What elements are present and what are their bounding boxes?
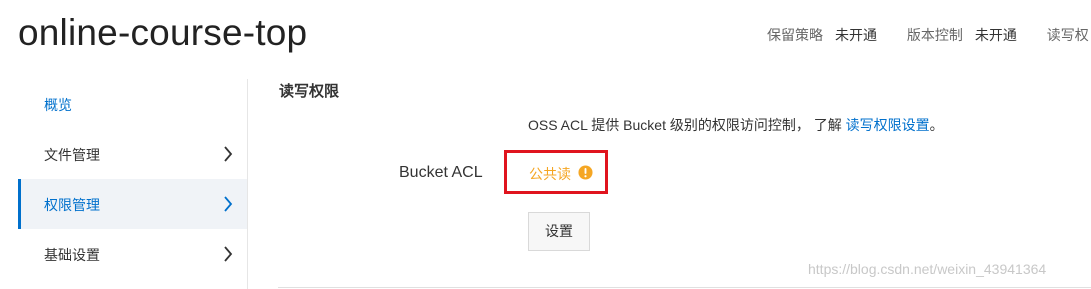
acl-description-suffix: 。 — [929, 117, 944, 133]
warning-icon — [578, 165, 593, 180]
sidebar-item-permission-management[interactable]: 权限管理 — [18, 179, 247, 229]
bucket-acl-value: 公共读 — [529, 166, 571, 182]
sidebar-item-label: 文件管理 — [44, 147, 100, 163]
bucket-title: online-course-top — [18, 12, 308, 53]
acl-description: OSS ACL 提供 Bucket 级别的权限访问控制， 了解 读写权限设置。 — [528, 115, 944, 135]
oss-bucket-page: online-course-top 保留策略 未开通 版本控制 未开通 读写权 概览… — [0, 0, 1091, 289]
versioning-value: 未开通 — [974, 27, 1017, 43]
retention-policy-status: 保留策略 未开通 — [767, 25, 877, 45]
sidebar-item-file-management[interactable]: 文件管理 — [18, 129, 247, 179]
versioning-status: 版本控制 未开通 — [907, 25, 1017, 45]
section-divider — [278, 287, 1091, 288]
section-title: 读写权限 — [279, 83, 340, 100]
versioning-label: 版本控制 — [906, 27, 963, 43]
acl-settings-button[interactable]: 设置 — [528, 212, 590, 251]
sidebar-item-overview[interactable]: 概览 — [18, 79, 247, 129]
acl-settings-help-link[interactable]: 读写权限设置 — [846, 117, 930, 133]
acl-status: 读写权 — [1047, 25, 1089, 45]
retention-policy-value: 未开通 — [835, 27, 877, 43]
sidebar-item-label: 概览 — [44, 97, 72, 113]
acl-description-text: OSS ACL 提供 Bucket 级别的权限访问控制， 了解 — [528, 117, 846, 133]
bucket-status-bar: 保留策略 未开通 版本控制 未开通 读写权 — [767, 25, 1091, 45]
chevron-right-icon — [224, 146, 233, 162]
sidebar-item-label: 权限管理 — [44, 197, 100, 213]
retention-policy-label: 保留策略 — [767, 27, 823, 43]
active-indicator — [18, 179, 21, 229]
acl-status-label: 读写权 — [1046, 27, 1089, 43]
sidebar-item-label: 基础设置 — [44, 247, 100, 263]
sidebar-item-basic-settings[interactable]: 基础设置 — [18, 229, 247, 279]
chevron-right-icon — [224, 196, 233, 212]
watermark-text: https://blog.csdn.net/weixin_43941364 — [808, 261, 1047, 277]
bucket-acl-label: Bucket ACL — [399, 164, 483, 181]
chevron-right-icon — [224, 246, 233, 262]
sidebar-nav: 概览 文件管理 权限管理 基础设置 — [18, 79, 248, 289]
